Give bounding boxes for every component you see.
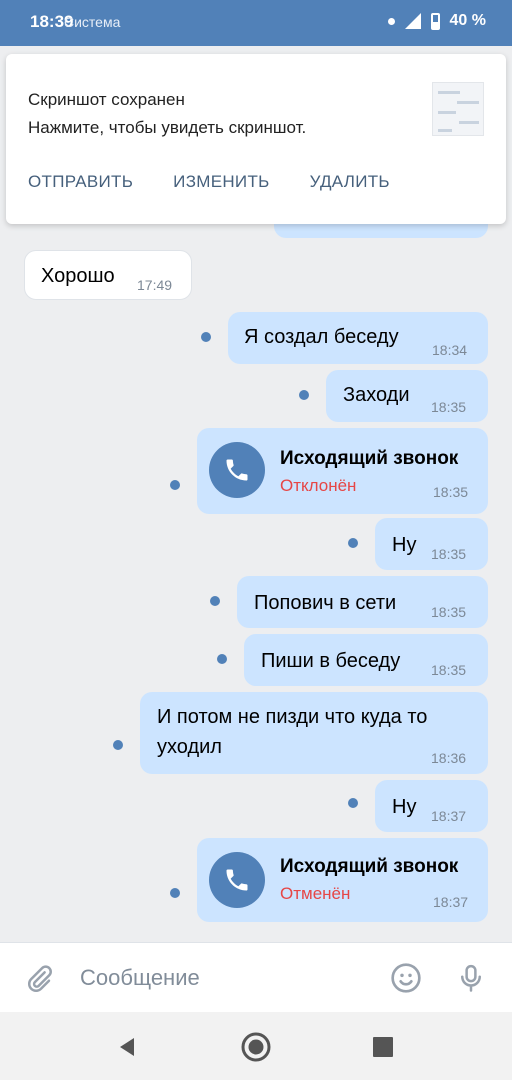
outgoing-message[interactable]: Ну 18:37	[375, 780, 488, 832]
unread-dot	[170, 480, 180, 490]
notification-actions: ОТПРАВИТЬ ИЗМЕНИТЬ УДАЛИТЬ	[28, 172, 390, 192]
message-time: 18:36	[431, 750, 467, 766]
outgoing-message[interactable]: Заходи 18:35	[326, 370, 488, 422]
unread-dot	[170, 888, 180, 898]
message-text: Хорошо	[41, 265, 115, 287]
unread-dot	[348, 798, 358, 808]
message-text: Пиши в беседу	[261, 650, 401, 672]
edit-action-button[interactable]: ИЗМЕНИТЬ	[173, 172, 269, 192]
unread-dot	[217, 654, 227, 664]
back-icon[interactable]	[110, 1030, 144, 1064]
battery-percent: 40 %	[449, 12, 486, 29]
home-icon[interactable]	[239, 1030, 273, 1064]
emoji-icon[interactable]	[389, 961, 423, 995]
message-text: Попович в сети	[254, 592, 397, 614]
call-title: Исходящий звонок	[280, 856, 459, 877]
message-time: 18:35	[431, 546, 467, 562]
outgoing-message[interactable]: Пиши в беседу 18:35	[244, 634, 488, 686]
message-time: 18:35	[431, 604, 467, 620]
recents-icon[interactable]	[366, 1030, 400, 1064]
outgoing-message[interactable]: И потом не пизди что куда то уходил 18:3…	[140, 692, 488, 774]
message-text: Ну	[392, 534, 417, 556]
outgoing-call-message[interactable]: Исходящий звонок Отклонён 18:35	[197, 428, 488, 514]
status-right-group: 40 %	[387, 12, 486, 30]
outgoing-message[interactable]: Я создал беседу 18:34	[228, 312, 488, 364]
notification-title: Скриншот сохранен	[28, 90, 185, 109]
notification-dot-icon	[387, 17, 395, 25]
unread-dot	[113, 740, 123, 750]
microphone-icon[interactable]	[454, 961, 488, 995]
unread-dot	[348, 538, 358, 548]
delete-action-button[interactable]: УДАЛИТЬ	[310, 172, 390, 192]
call-title: Исходящий звонок	[280, 448, 459, 469]
phone-icon[interactable]	[209, 852, 265, 908]
phone-icon[interactable]	[209, 442, 265, 498]
attach-icon[interactable]	[22, 961, 56, 995]
status-bar: 18:39 Система 40 %	[0, 0, 512, 46]
notification-text: Нажмите, чтобы увидеть скриншот.	[28, 118, 307, 137]
message-time: 18:34	[432, 342, 468, 358]
message-time: 18:35	[433, 484, 469, 500]
call-status: Отклонён	[280, 476, 357, 495]
unread-dot	[299, 390, 309, 400]
message-time: 18:35	[431, 662, 467, 678]
message-time: 18:37	[433, 894, 469, 910]
outgoing-message[interactable]: Ну 18:35	[375, 518, 488, 570]
message-text: Ну	[392, 796, 417, 818]
send-action-button[interactable]: ОТПРАВИТЬ	[28, 172, 133, 192]
outgoing-call-message[interactable]: Исходящий звонок Отменён 18:37	[197, 838, 488, 922]
message-composer: Сообщение	[0, 942, 512, 1012]
message-time: 17:49	[137, 277, 173, 293]
unread-dot	[201, 332, 211, 342]
system-navigation-bar	[0, 1012, 512, 1080]
call-status: Отменён	[280, 884, 351, 903]
message-time: 18:35	[431, 399, 467, 415]
message-text-line-2: уходил	[157, 736, 222, 758]
message-time: 18:37	[431, 808, 467, 824]
message-text: Заходи	[343, 384, 410, 406]
incoming-message[interactable]: Хорошо 17:49	[24, 250, 192, 300]
outgoing-message[interactable]: Попович в сети 18:35	[237, 576, 488, 628]
battery-icon	[430, 12, 440, 30]
screenshot-notification[interactable]: Скриншот сохранен Нажмите, чтобы увидеть…	[6, 54, 506, 224]
signal-icon	[404, 13, 421, 29]
message-text-line-1: И потом не пизди что куда то	[157, 706, 428, 728]
status-notification-source: Система	[64, 14, 121, 30]
unread-dot	[210, 596, 220, 606]
message-text: Я создал беседу	[244, 326, 399, 348]
message-input[interactable]: Сообщение	[80, 965, 200, 991]
screenshot-thumbnail[interactable]	[432, 82, 484, 136]
